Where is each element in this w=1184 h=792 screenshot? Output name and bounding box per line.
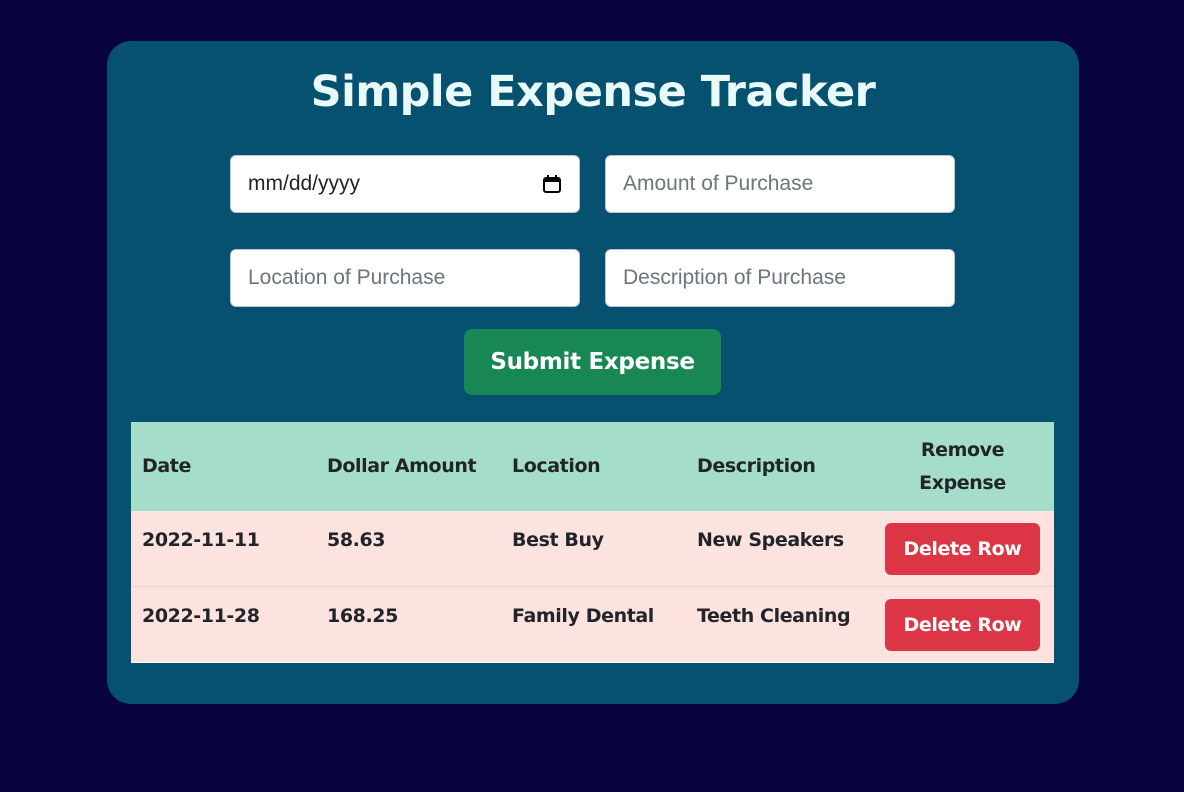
calendar-icon[interactable] — [542, 174, 562, 194]
header-date: Date — [131, 422, 316, 511]
page-title: Simple Expense Tracker — [310, 67, 876, 117]
expense-table-container: Date Dollar Amount Location Description … — [131, 422, 1054, 663]
header-location: Location — [501, 422, 686, 511]
header-remove-expense-label: Remove Expense — [919, 438, 1006, 494]
table-row: 2022-11-11 58.63 Best Buy New Speakers D… — [131, 511, 1054, 587]
header-remove-expense: Remove Expense — [871, 422, 1054, 511]
cell-description: New Speakers — [686, 511, 871, 587]
cell-amount: 168.25 — [327, 605, 398, 627]
header-description: Description — [686, 422, 871, 511]
date-input-placeholder: mm/dd/yyyy — [248, 172, 361, 195]
table-header-row: Date Dollar Amount Location Description … — [131, 422, 1054, 511]
description-input[interactable] — [605, 249, 955, 307]
delete-row-button[interactable]: Delete Row — [885, 599, 1040, 651]
location-input[interactable] — [230, 249, 580, 307]
cell-date: 2022-11-11 — [131, 511, 316, 587]
expense-table: Date Dollar Amount Location Description … — [131, 422, 1054, 661]
cell-action: Delete Row — [871, 587, 1054, 662]
cell-amount: 58.63 — [316, 511, 501, 587]
cell-date: 2022-11-28 — [142, 605, 260, 627]
cell-action: Delete Row — [871, 511, 1054, 587]
header-dollar-amount: Dollar Amount — [316, 422, 501, 511]
table-row: 2022-11-28 168.25 Family Dental Teeth Cl… — [131, 587, 1054, 662]
date-input[interactable]: mm/dd/yyyy — [230, 155, 580, 213]
cell-location: Best Buy — [501, 511, 686, 587]
delete-row-button[interactable]: Delete Row — [885, 523, 1040, 575]
amount-input[interactable] — [605, 155, 955, 213]
cell-description: Teeth Cleaning — [697, 605, 851, 627]
submit-expense-button[interactable]: Submit Expense — [464, 329, 721, 395]
cell-location: Family Dental — [512, 605, 654, 627]
